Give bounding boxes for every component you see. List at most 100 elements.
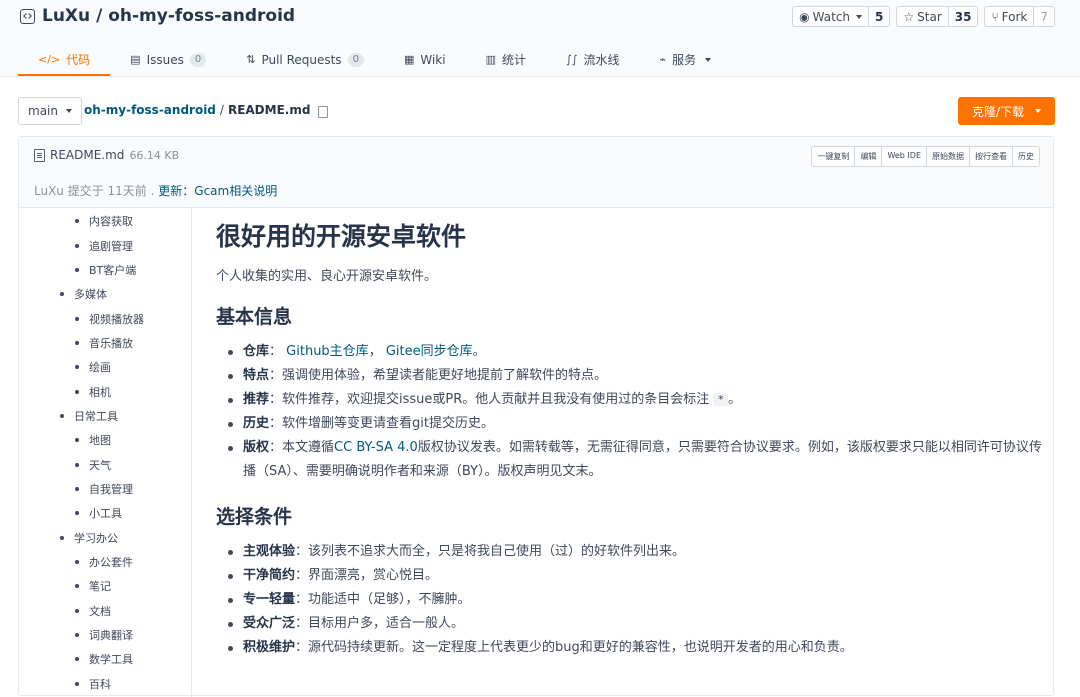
section-heading-criteria: 选择条件 (216, 506, 293, 528)
star-label: Star (917, 9, 942, 24)
code-icon: </> (38, 52, 61, 66)
file-toolbar: main oh-my-foss-android / README.md 克隆/下… (18, 97, 1055, 125)
toc-item[interactable]: 自我管理 (19, 477, 191, 501)
toc-item-label: 日常工具 (74, 409, 118, 423)
criteria-list: 主观体验：该列表不追求大而全，只是将我自己使用（过）的好软件列出来。干净简约：界… (216, 540, 1046, 660)
toc-item[interactable]: 地图 (19, 428, 191, 452)
item-text: ：目标用户多，适合一般人。 (295, 616, 465, 631)
license-link[interactable]: CC BY-SA 4.0 (334, 440, 418, 455)
toc-item[interactable]: 追剧管理 (19, 233, 191, 257)
bullet-icon (75, 365, 79, 370)
list-item: 专一轻量：功能适中（足够），不臃肿。 (216, 588, 1046, 612)
toc-item-label: 笔记 (89, 580, 111, 594)
tab-label: 流水线 (583, 53, 620, 67)
bullet-icon (75, 633, 79, 638)
toc-item[interactable]: 词典翻译 (19, 623, 191, 647)
blame-button[interactable]: 按行查看 (969, 147, 1012, 166)
watch-count[interactable]: 5 (868, 7, 889, 26)
toc-item[interactable]: 天气 (19, 452, 191, 476)
toc-item[interactable]: 笔记 (19, 574, 191, 598)
tab-wiki[interactable]: ▦ Wiki (384, 44, 466, 75)
tab-pipeline[interactable]: ∫∫ 流水线 (546, 44, 639, 75)
toc-item[interactable]: 日常工具 (19, 404, 191, 428)
tab-issues[interactable]: ▤ Issues 0 (110, 44, 226, 75)
bullet-icon (75, 584, 79, 589)
toc-item-label: 学习办公 (74, 531, 118, 545)
toc-item[interactable]: 音乐播放 (19, 331, 191, 355)
toc-item[interactable]: 百科 (19, 672, 191, 696)
toc-item[interactable]: 小工具 (19, 501, 191, 525)
tab-services[interactable]: ⌁ 服务 (639, 44, 731, 75)
toc-item[interactable]: 内容获取 (19, 209, 191, 233)
watch-button[interactable]: ◉ Watch 5 (792, 6, 891, 27)
tab-code[interactable]: </> 代码 (18, 44, 111, 76)
list-item: 仓库： Github主仓库， Gitee同步仓库。 (216, 340, 1046, 364)
copy-all-button[interactable]: 一键复制 (812, 147, 854, 166)
bullet-icon (75, 657, 79, 662)
clone-download-button[interactable]: 克隆/下载 (957, 97, 1055, 125)
file-header: README.md 66.14 KB 一键复制 编辑 Web IDE 原始数据 … (19, 137, 1053, 208)
toc-item[interactable]: 数学工具 (19, 647, 191, 671)
fork-button[interactable]: ⑂ Fork 7 (984, 6, 1055, 27)
star-button[interactable]: ☆ Star 35 (896, 6, 979, 27)
bullet-icon (75, 486, 79, 491)
bullet-icon (75, 511, 79, 516)
toc-item-label: 多媒体 (74, 288, 107, 302)
toc-item-label: 数学工具 (89, 653, 133, 667)
bullet-icon (75, 681, 79, 686)
toc-item-label: 词典翻译 (89, 629, 133, 643)
toc-item[interactable]: 多媒体 (19, 282, 191, 306)
breadcrumb: oh-my-foss-android / README.md (84, 103, 329, 118)
branch-select[interactable]: main (18, 97, 82, 125)
item-label: 推荐 (243, 392, 270, 407)
toc-item[interactable]: 学习办公 (19, 525, 191, 549)
pipeline-icon: ∫∫ (565, 53, 578, 66)
chevron-down-icon (65, 109, 72, 113)
star-count[interactable]: 35 (947, 7, 978, 26)
toc-list: 内容获取 追剧管理 BT客户端多媒体视频播放器 音乐播放 绘画 相机日常工具地图天气自我管… (19, 207, 191, 696)
edit-button[interactable]: 编辑 (854, 147, 881, 166)
item-text: ：源代码持续更新。这一定程度上代表更少的bug和更好的兼容性，也说明开发者的用心… (295, 640, 853, 655)
toc-item[interactable]: 文档 (19, 599, 191, 623)
basic-info-list: 仓库： Github主仓库， Gitee同步仓库。 特点：强调使用体验，希望读者… (216, 340, 1046, 484)
bullet-icon (75, 340, 79, 345)
breadcrumb-repo-link[interactable]: oh-my-foss-android (84, 103, 216, 117)
table-of-contents: 内容获取 追剧管理 BT客户端多媒体视频播放器 音乐播放 绘画 相机日常工具地图天气自我管… (19, 207, 192, 697)
history-button[interactable]: 历史 (1012, 147, 1039, 166)
copy-path-icon[interactable] (318, 106, 329, 118)
item-text: ， (368, 344, 382, 359)
star-icon: ☆ (903, 9, 915, 24)
chevron-down-icon (1035, 109, 1041, 113)
toc-item[interactable]: 相机 (19, 379, 191, 403)
chevron-down-icon (856, 14, 863, 19)
raw-button[interactable]: 原始数据 (926, 147, 969, 166)
file-panel: README.md 66.14 KB 一键复制 编辑 Web IDE 原始数据 … (18, 136, 1054, 697)
repo-owner-link[interactable]: LuXu (42, 6, 90, 26)
issues-count-badge: 0 (189, 52, 207, 67)
web-ide-button[interactable]: Web IDE (881, 147, 926, 166)
item-label: 干净简约 (243, 568, 296, 583)
tab-stats[interactable]: ▥ 统计 (466, 44, 546, 75)
toc-item[interactable]: 办公套件 (19, 550, 191, 574)
github-repo-link[interactable]: Github主仓库 (286, 344, 369, 359)
bullet-icon (60, 413, 64, 418)
fork-count[interactable]: 7 (1033, 7, 1054, 26)
item-text: ：该列表不追求大而全，只是将我自己使用（过）的好软件列出来。 (295, 544, 686, 559)
branch-name: main (28, 104, 58, 118)
item-text: ：界面漂亮，赏心悦目。 (295, 568, 439, 583)
list-item: 推荐：软件推荐，欢迎提交issue或PR。他人贡献并且我没有使用过的条目会标注 … (216, 388, 1046, 412)
toc-item[interactable]: 视频播放器 (19, 306, 191, 330)
toc-item-label: 自我管理 (89, 482, 133, 496)
toc-item-label: 天气 (89, 458, 111, 472)
bullet-icon (75, 462, 79, 467)
bullet-icon (60, 292, 64, 297)
bullet-icon (75, 267, 79, 272)
toc-item[interactable]: BT客户端 (19, 258, 191, 282)
tab-pull-requests[interactable]: ⇅ Pull Requests 0 (226, 44, 384, 75)
commit-message-link[interactable]: 更新：Gcam相关说明 (158, 184, 277, 198)
toc-item[interactable]: 绘画 (19, 355, 191, 379)
list-item: 主观体验：该列表不追求大而全，只是将我自己使用（过）的好软件列出来。 (216, 540, 1046, 564)
repo-name-link[interactable]: oh-my-foss-android (108, 6, 295, 26)
gitee-repo-link[interactable]: Gitee同步仓库 (386, 344, 473, 359)
item-label: 主观体验 (243, 544, 296, 559)
